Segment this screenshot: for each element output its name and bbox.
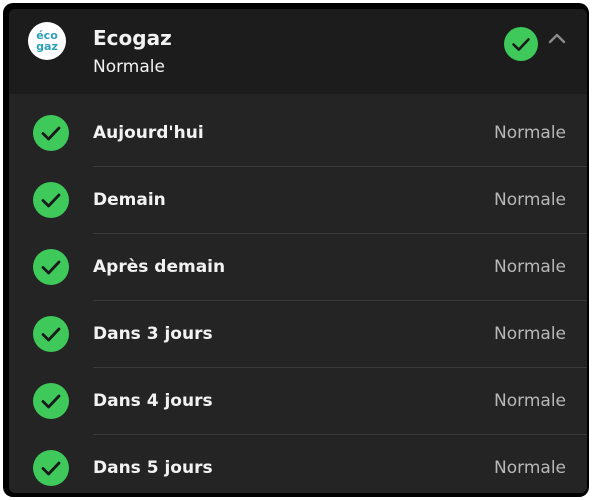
forecast-row-2[interactable]: Demain Normale bbox=[9, 167, 587, 234]
forecast-day-label: Dans 3 jours bbox=[93, 324, 213, 344]
forecast-day-label: Demain bbox=[93, 190, 166, 210]
forecast-level-value: Normale bbox=[494, 257, 566, 277]
card-status-text: Normale bbox=[93, 57, 165, 77]
card-title: Ecogaz bbox=[93, 26, 172, 50]
ecogaz-logo: éco gaz bbox=[28, 22, 66, 60]
forecast-row-6[interactable]: Dans 5 jours Normale bbox=[9, 435, 587, 493]
ecogaz-card: éco gaz Ecogaz Normale Aujourd'hui Norma… bbox=[9, 9, 587, 493]
forecast-level-value: Normale bbox=[494, 324, 566, 344]
logo-text-bottom: gaz bbox=[36, 40, 58, 53]
check-circle-icon bbox=[33, 450, 69, 486]
check-circle-icon bbox=[33, 383, 69, 419]
forecast-row-1[interactable]: Aujourd'hui Normale bbox=[9, 100, 587, 167]
chevron-up-icon[interactable] bbox=[546, 29, 568, 47]
check-circle-icon bbox=[33, 249, 69, 285]
check-circle-icon bbox=[33, 316, 69, 352]
forecast-level-value: Normale bbox=[494, 391, 566, 411]
check-circle-icon bbox=[33, 182, 69, 218]
forecast-day-label: Aujourd'hui bbox=[93, 123, 204, 143]
forecast-day-label: Dans 4 jours bbox=[93, 391, 213, 411]
forecast-day-label: Après demain bbox=[93, 257, 226, 277]
forecast-level-value: Normale bbox=[494, 458, 566, 478]
forecast-level-value: Normale bbox=[494, 190, 566, 210]
forecast-row-3[interactable]: Après demain Normale bbox=[9, 234, 587, 301]
forecast-row-4[interactable]: Dans 3 jours Normale bbox=[9, 301, 587, 368]
forecast-level-value: Normale bbox=[494, 123, 566, 143]
forecast-row-5[interactable]: Dans 4 jours Normale bbox=[9, 368, 587, 435]
check-circle-icon bbox=[33, 115, 69, 151]
forecast-day-label: Dans 5 jours bbox=[93, 458, 213, 478]
check-circle-icon bbox=[504, 27, 538, 61]
window-frame: éco gaz Ecogaz Normale Aujourd'hui Norma… bbox=[3, 3, 589, 497]
card-header[interactable]: éco gaz Ecogaz Normale bbox=[9, 9, 587, 94]
